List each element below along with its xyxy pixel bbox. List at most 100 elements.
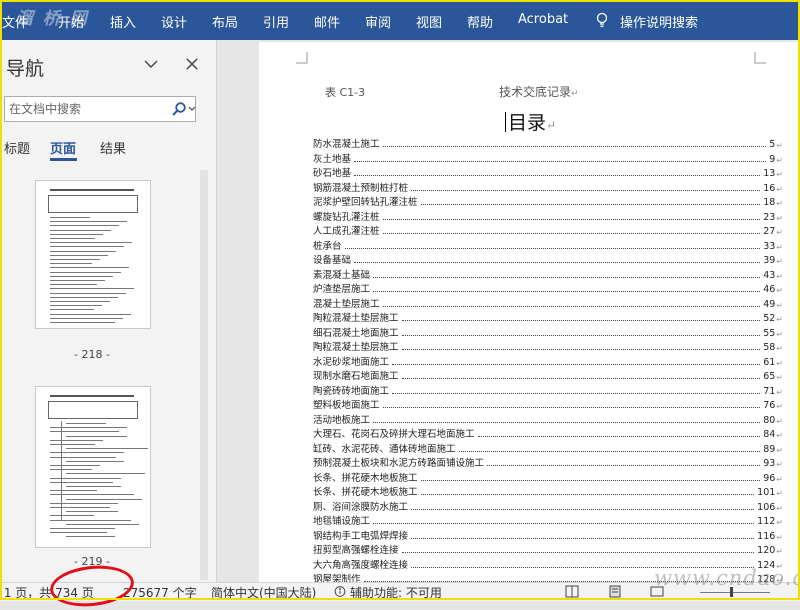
toc-entry[interactable]: 灰土地基 9 ↵	[313, 152, 783, 165]
toc-entry[interactable]: 细石混凝土地面施工 55 ↵	[313, 326, 783, 339]
language-status[interactable]: 简体中文(中国大陆)	[211, 584, 316, 601]
paragraph-mark: ↵	[776, 445, 783, 455]
thumbnail-text-line	[50, 528, 115, 529]
toc-entry-page: 39	[763, 255, 776, 266]
thumbnail-text-line	[66, 511, 118, 513]
toc-entry[interactable]: 设备基础 39 ↵	[313, 253, 783, 266]
toc-entry[interactable]: 砂石地基 13 ↵	[313, 166, 783, 179]
zoom-slider[interactable]	[700, 592, 770, 593]
tab-design[interactable]: 设计	[161, 12, 187, 31]
toc-entry-title: 扭剪型高强螺栓连接	[313, 545, 399, 556]
thumbnail-text-line	[50, 439, 103, 441]
tab-review[interactable]: 审阅	[365, 12, 391, 31]
paragraph-mark: ↵	[571, 89, 579, 99]
toc-entry-title: 大六角高强度螺栓连接	[313, 559, 409, 571]
thumbnail-text-line	[50, 313, 131, 315]
toc-entry[interactable]: 缸砖、水泥花砖、通体砖地面施工 89 ↵	[313, 442, 783, 455]
search-icon[interactable]	[171, 101, 187, 117]
doc-header-form-number: 表 C1-3	[325, 86, 366, 99]
toc-entry[interactable]: 钢筋混凝土预制桩打桩 16 ↵	[313, 181, 783, 194]
thumbnail-text-line	[66, 486, 121, 487]
close-icon[interactable]	[184, 56, 200, 72]
toc-entry[interactable]: 炉渣垫层施工 46 ↵	[313, 282, 783, 295]
toc-entry-title: 陶粒混凝土垫层施工	[313, 313, 399, 324]
thumbnail-text-line	[66, 448, 148, 450]
accessibility-status[interactable]: 辅助功能: 不可用	[350, 584, 442, 601]
read-mode-icon[interactable]	[565, 585, 579, 598]
toc-leader-dots	[420, 204, 761, 205]
thumbnail-text-line	[66, 536, 115, 538]
toc-entry-page: 9	[769, 153, 776, 165]
tab-acrobat[interactable]: Acrobat	[518, 12, 568, 27]
toc-entry[interactable]: 活动地板施工 80 ↵	[313, 413, 783, 426]
thumbnail-text-line	[50, 465, 100, 466]
toc-entry[interactable]: 防水混凝土施工 5 ↵	[313, 137, 783, 150]
search-options-dropdown-icon[interactable]	[188, 105, 196, 113]
toc-entry-page: 61	[763, 356, 776, 368]
tab-help[interactable]: 帮助	[467, 12, 493, 31]
page-thumbnail[interactable]	[35, 386, 151, 548]
toc-entry[interactable]: 长条、拼花硬木地板施工 96 ↵	[313, 471, 783, 484]
paragraph-mark: ↵	[776, 199, 783, 208]
toc-entry[interactable]: 素混凝土基础 43 ↵	[313, 268, 783, 281]
toc-entry[interactable]: 混凝土垫层施工 49 ↵	[313, 297, 783, 310]
paragraph-mark: ↵	[776, 155, 783, 165]
toc-entry[interactable]: 长条、拼花硬木地板施工 101 ↵	[313, 485, 783, 498]
toc-entry[interactable]: 陶粒混凝土垫层施工 58 ↵	[313, 340, 783, 353]
tell-me-search[interactable]: 操作说明搜索	[620, 12, 698, 31]
toc-leader-dots	[373, 523, 755, 524]
toc-entry[interactable]: 人工成孔灌注桩 27 ↵	[313, 224, 783, 237]
paragraph-mark: ↵	[776, 532, 783, 542]
page-thumbnail[interactable]	[35, 180, 151, 329]
thumbnail-text-line	[50, 305, 102, 307]
print-layout-icon[interactable]	[608, 585, 622, 598]
toc-entry[interactable]: 预制混凝土板块和水泥方砖路面铺设施工 93 ↵	[313, 456, 783, 469]
tab-home[interactable]: 开始	[58, 12, 84, 31]
toc-leader-dots	[392, 392, 761, 394]
toc-entry-title: 钢筋混凝土预制桩打桩	[313, 182, 409, 194]
nav-tab-headings[interactable]: 标题	[4, 138, 30, 157]
document-page[interactable]: 表 C1-3 技术交底记录↵ 目录↵ 防水混凝土施工 5 ↵ 灰土地基 9 ↵ 砂石地基 13…	[259, 42, 799, 582]
word-count-status[interactable]: 275677 个字	[123, 584, 197, 601]
tab-insert[interactable]: 插入	[110, 12, 136, 31]
toc-entry-title: 钢屋架制作	[313, 574, 361, 582]
nav-search-input[interactable]	[9, 100, 159, 117]
toc-entry[interactable]: 泥浆护壁回转钻孔灌注桩 18 ↵	[313, 195, 783, 208]
chevron-down-icon[interactable]	[143, 56, 159, 72]
nav-pane-title: 导航	[6, 58, 45, 80]
toc-leader-dots	[458, 450, 761, 452]
toc-entry[interactable]: 水泥砂浆地面施工 61 ↵	[313, 355, 783, 368]
toc-leader-dots	[401, 378, 761, 379]
toc-entry-title: 炉渣垫层施工	[313, 284, 371, 295]
toc-entry[interactable]: 地毯铺设施工 112 ↵	[313, 514, 783, 527]
toc-entry[interactable]: 厕、浴间涂膜防水施工 106 ↵	[313, 500, 783, 513]
document-area[interactable]: 表 C1-3 技术交底记录↵ 目录↵ 防水混凝土施工 5 ↵ 灰土地基 9 ↵ 砂石地基 13…	[217, 40, 800, 582]
toc-entry[interactable]: 现制水磨石地面施工 65 ↵	[313, 369, 783, 382]
nav-tab-pages[interactable]: 页面	[50, 138, 76, 157]
toc-entry-page: 93	[763, 458, 776, 469]
toc-entry[interactable]: 陶瓷砖砖地面施工 71 ↵	[313, 384, 783, 397]
nav-tab-results[interactable]: 结果	[100, 138, 126, 157]
toc-entry[interactable]: 陶粒混凝土垫层施工 52 ↵	[313, 311, 783, 324]
toc-leader-dots	[487, 465, 761, 466]
toc-entry[interactable]: 塑料板地面施工 76 ↵	[313, 398, 783, 411]
tab-references[interactable]: 引用	[263, 12, 289, 31]
toc-entry-page: 89	[763, 443, 776, 455]
toc-entry[interactable]: 钢结构手工电弧焊焊接 116 ↵	[313, 529, 783, 542]
toc-entry[interactable]: 桩承台 33 ↵	[313, 239, 783, 252]
tab-view[interactable]: 视图	[416, 12, 442, 31]
tab-mailings[interactable]: 邮件	[314, 12, 340, 31]
thumbnail-text-line	[50, 444, 95, 445]
toc-leader-dots	[411, 189, 761, 191]
toc-entry-title: 现制水磨石地面施工	[313, 371, 399, 382]
toc-entry[interactable]: 大理石、花岗石及碎拼大理石地面施工 84 ↵	[313, 427, 783, 440]
tab-file[interactable]: 文件	[2, 12, 28, 31]
tab-layout[interactable]: 布局	[212, 12, 238, 31]
thumbnail-text-line	[50, 229, 111, 231]
paragraph-mark: ↵	[776, 329, 783, 339]
toc-entry[interactable]: 扭剪型高强螺栓连接 120 ↵	[313, 543, 783, 556]
paragraph-mark: ↵	[776, 344, 783, 353]
thumbnails-scrollbar[interactable]	[200, 170, 208, 580]
toc-entry-title: 活动地板施工	[313, 414, 371, 426]
toc-entry[interactable]: 螺旋钻孔灌注桩 23 ↵	[313, 210, 783, 223]
